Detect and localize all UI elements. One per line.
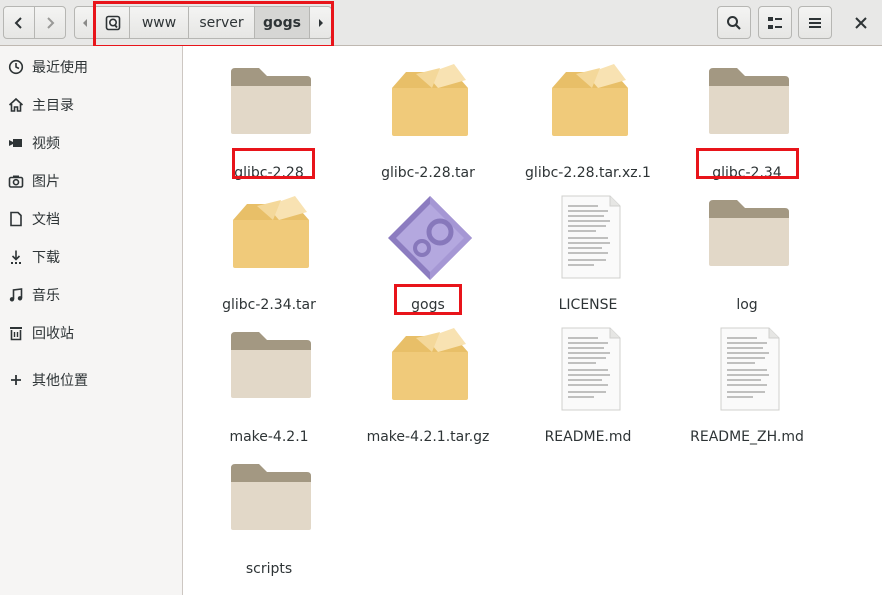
file-name: log — [736, 297, 758, 313]
file-name: LICENSE — [558, 297, 618, 313]
file-name: glibc-2.28 — [234, 165, 304, 181]
file-name: make-4.2.1 — [229, 429, 309, 445]
file-name: scripts — [245, 561, 293, 577]
file-item[interactable]: log — [667, 194, 827, 324]
file-name: gogs — [411, 297, 445, 313]
close-icon — [855, 16, 867, 29]
file-grid: glibc-2.28 glibc-2.28.tar glibc-2.28.tar… — [183, 46, 882, 595]
trash-icon — [8, 325, 24, 341]
sidebar: 最近使用 主目录 视频 图片 文档 下载 音乐 回收站 其他位置 — [0, 46, 183, 595]
text-file-icon — [561, 327, 621, 411]
document-icon — [8, 211, 24, 227]
file-item[interactable]: make-4.2.1.tar.gz — [348, 326, 508, 456]
crumb-server[interactable]: server — [189, 6, 255, 39]
folder-icon — [231, 332, 311, 398]
file-name: glibc-2.34 — [712, 165, 782, 181]
path-bar: www server gogs — [74, 6, 333, 39]
sidebar-item-label: 文档 — [32, 212, 60, 228]
file-name: glibc-2.28.tar — [381, 165, 475, 181]
file-name: glibc-2.28.tar.xz.1 — [525, 165, 651, 181]
view-mode-button[interactable] — [758, 6, 792, 39]
list-view-icon — [768, 16, 782, 29]
archive-icon — [392, 64, 468, 136]
file-item[interactable]: glibc-2.34 — [667, 62, 827, 192]
plus-icon — [8, 372, 24, 388]
path-scroll-left-button[interactable] — [74, 6, 96, 39]
folder-icon — [709, 200, 789, 266]
sidebar-item-other-locations[interactable]: 其他位置 — [0, 362, 182, 398]
archive-icon — [233, 196, 309, 268]
file-name: README.md — [544, 429, 632, 445]
file-item[interactable]: glibc-2.34.tar — [189, 194, 349, 324]
chevron-right-icon — [47, 16, 55, 29]
sidebar-item-documents[interactable]: 文档 — [0, 201, 182, 237]
folder-icon — [231, 464, 311, 530]
triangle-left-icon — [83, 18, 87, 27]
text-file-icon — [561, 195, 621, 279]
crumb-gogs[interactable]: gogs — [255, 6, 310, 39]
sidebar-item-label: 音乐 — [32, 288, 60, 304]
sidebar-item-home[interactable]: 主目录 — [0, 87, 182, 123]
archive-icon — [392, 328, 468, 400]
crumb-root[interactable] — [96, 6, 130, 39]
sidebar-item-videos[interactable]: 视频 — [0, 125, 182, 161]
sidebar-item-label: 主目录 — [32, 98, 74, 114]
sidebar-item-label: 回收站 — [32, 326, 74, 342]
search-button[interactable] — [717, 6, 751, 39]
recent-icon — [8, 59, 24, 75]
home-icon — [8, 97, 24, 113]
file-item[interactable]: make-4.2.1 — [189, 326, 349, 456]
file-item[interactable]: scripts — [189, 458, 349, 588]
close-button[interactable] — [845, 6, 877, 39]
folder-icon — [709, 68, 789, 134]
file-item[interactable]: glibc-2.28 — [189, 62, 349, 192]
file-item[interactable]: README.md — [508, 326, 668, 456]
path-scroll-right-button[interactable] — [310, 6, 332, 39]
sidebar-item-music[interactable]: 音乐 — [0, 277, 182, 313]
text-file-icon — [720, 327, 780, 411]
drive-icon — [105, 15, 120, 30]
sidebar-item-label: 视频 — [32, 136, 60, 152]
file-item[interactable]: LICENSE — [508, 194, 668, 324]
sidebar-item-downloads[interactable]: 下载 — [0, 239, 182, 275]
video-icon — [8, 135, 24, 151]
sidebar-item-label: 下载 — [32, 250, 60, 266]
triangle-right-icon — [318, 18, 323, 27]
folder-icon — [231, 68, 311, 134]
download-icon — [8, 249, 24, 265]
sidebar-item-recent[interactable]: 最近使用 — [0, 49, 182, 85]
forward-button[interactable] — [34, 6, 66, 39]
search-icon — [727, 15, 741, 30]
executable-icon — [388, 196, 472, 280]
file-name: glibc-2.34.tar — [222, 297, 316, 313]
sidebar-item-label: 图片 — [32, 174, 60, 190]
file-item[interactable]: README_ZH.md — [667, 326, 827, 456]
file-name: README_ZH.md — [690, 429, 804, 445]
chevron-left-icon — [14, 16, 22, 29]
music-icon — [8, 287, 24, 303]
file-name: make-4.2.1.tar.gz — [366, 429, 490, 445]
sidebar-item-trash[interactable]: 回收站 — [0, 315, 182, 351]
sidebar-item-label: 其他位置 — [32, 373, 88, 389]
crumb-www[interactable]: www — [130, 6, 189, 39]
file-item[interactable]: glibc-2.28.tar — [348, 62, 508, 192]
header-bar: www server gogs — [0, 0, 882, 48]
hamburger-icon — [809, 17, 821, 28]
archive-icon — [552, 64, 628, 136]
sidebar-item-pictures[interactable]: 图片 — [0, 163, 182, 199]
file-item[interactable]: gogs — [348, 194, 508, 324]
sidebar-item-label: 最近使用 — [32, 60, 88, 76]
menu-button[interactable] — [798, 6, 832, 39]
back-button[interactable] — [3, 6, 35, 39]
camera-icon — [8, 173, 24, 189]
file-item[interactable]: glibc-2.28.tar.xz.1 — [508, 62, 668, 192]
